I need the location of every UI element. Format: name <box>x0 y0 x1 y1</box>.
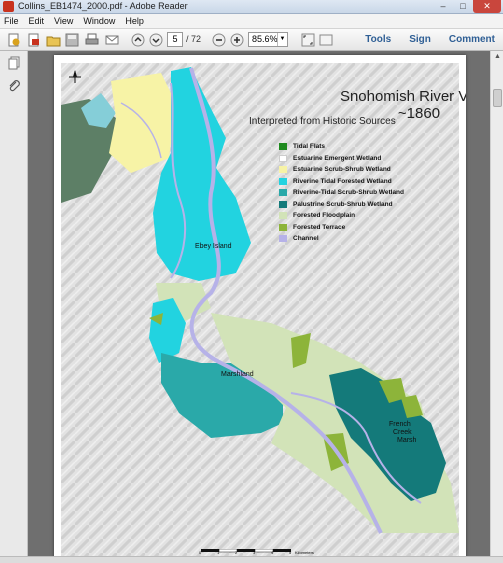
toolbar: 5 / 72 85.6% ▼ Tools Sign Comment <box>0 29 503 51</box>
page-up-icon[interactable] <box>130 32 146 48</box>
legend-swatch <box>279 143 287 151</box>
scale-tick: 0 <box>199 550 202 555</box>
scale-tick: 4 <box>271 550 274 555</box>
legend-label: Palustrine Scrub-Shrub Wetland <box>293 200 393 208</box>
toolbar-links: Tools Sign Comment <box>347 34 495 45</box>
legend-swatch <box>279 154 287 162</box>
email-icon[interactable] <box>104 32 120 48</box>
navigation-pane <box>0 51 28 556</box>
close-button[interactable]: ✕ <box>473 0 501 13</box>
french-creek-label-1: French <box>389 421 411 428</box>
scroll-up-icon[interactable]: ▲ <box>491 51 503 63</box>
wetland-map: Snohomish River Valley ~1860 Interpreted… <box>61 63 466 556</box>
window-title: Collins_EB1474_2000.pdf - Adobe Reader <box>18 1 188 11</box>
window-controls: – □ ✕ <box>433 0 501 14</box>
marshland-label: Marshland <box>221 371 254 378</box>
adobe-reader-icon <box>3 1 14 12</box>
legend-swatch <box>279 223 287 231</box>
sign-link[interactable]: Sign <box>409 34 431 45</box>
page-number-input[interactable]: 5 <box>167 32 183 47</box>
legend-item: Forested Floodplain <box>279 210 404 222</box>
zoom-value: 85.6% <box>252 34 278 44</box>
legend-item: Riverine-Tidal Scrub-Shrub Wetland <box>279 187 404 199</box>
legend-label: Estuarine Scrub-Shrub Wetland <box>293 166 391 174</box>
chevron-down-icon[interactable]: ▼ <box>277 33 287 46</box>
map-graphic <box>61 63 459 556</box>
scale-bar: 0 1 2 3 4 5 Kilometers <box>199 548 314 556</box>
legend-label: Riverine-Tidal Scrub-Shrub Wetland <box>293 189 404 197</box>
legend-label: Forested Terrace <box>293 223 346 231</box>
legend-item: Tidal Flats <box>279 141 404 153</box>
legend-item: Riverine Tidal Forested Wetland <box>279 176 404 188</box>
tools-link[interactable]: Tools <box>365 34 391 45</box>
legend-swatch <box>279 235 287 243</box>
zoom-select[interactable]: 85.6% ▼ <box>248 32 288 47</box>
scroll-thumb[interactable] <box>493 89 502 107</box>
legend-swatch <box>279 200 287 208</box>
legend-label: Riverine Tidal Forested Wetland <box>293 177 392 185</box>
page-down-icon[interactable] <box>148 32 164 48</box>
save-icon[interactable] <box>64 32 80 48</box>
read-mode-icon[interactable] <box>318 32 334 48</box>
scale-tick: 3 <box>253 550 256 555</box>
scale-tick: 1 <box>217 550 220 555</box>
legend-item: Channel <box>279 233 404 245</box>
minimize-button[interactable]: – <box>433 0 453 13</box>
menu-edit[interactable]: Edit <box>29 16 45 26</box>
menu-window[interactable]: Window <box>83 16 115 26</box>
pdf-page: Snohomish River Valley ~1860 Interpreted… <box>54 55 466 556</box>
map-subtitle: Interpreted from Historic Sources <box>249 116 396 127</box>
open-icon[interactable] <box>46 32 62 48</box>
legend-item: Estuarine Emergent Wetland <box>279 153 404 165</box>
legend-swatch <box>279 166 287 174</box>
zoom-out-icon[interactable] <box>211 32 227 48</box>
maximize-button[interactable]: □ <box>453 0 473 13</box>
menu-help[interactable]: Help <box>125 16 144 26</box>
legend-item: Estuarine Scrub-Shrub Wetland <box>279 164 404 176</box>
french-creek-label-2: Creek <box>393 429 412 436</box>
legend-label: Channel <box>293 235 319 243</box>
legend-item: Palustrine Scrub-Shrub Wetland <box>279 199 404 211</box>
scale-unit: Kilometers <box>295 550 314 555</box>
legend-label: Forested Floodplain <box>293 212 356 220</box>
french-creek-label-3: Marsh <box>397 437 417 444</box>
vertical-scrollbar[interactable]: ▲ <box>490 51 503 556</box>
scale-tick: 5 <box>289 550 292 555</box>
attachments-icon[interactable] <box>7 79 21 93</box>
legend-swatch <box>279 177 287 185</box>
edit-pdf-icon[interactable] <box>26 32 42 48</box>
menu-view[interactable]: View <box>54 16 73 26</box>
zoom-in-icon[interactable] <box>229 32 245 48</box>
status-bar <box>0 556 503 563</box>
fit-page-icon[interactable] <box>300 32 316 48</box>
page-count: / 72 <box>186 34 202 44</box>
ebey-island-label: Ebey Island <box>195 243 232 250</box>
menu-bar: File Edit View Window Help <box>0 14 503 29</box>
menu-file[interactable]: File <box>4 16 19 26</box>
legend-label: Estuarine Emergent Wetland <box>293 154 382 162</box>
comment-link[interactable]: Comment <box>449 34 495 45</box>
map-title-line1: Snohomish River Valley <box>339 88 466 105</box>
scale-tick: 2 <box>235 550 238 555</box>
map-legend: Tidal Flats Estuarine Emergent Wetland E… <box>279 141 404 245</box>
print-icon[interactable] <box>84 32 100 48</box>
create-pdf-icon[interactable] <box>6 32 22 48</box>
pages-icon[interactable] <box>7 56 21 70</box>
legend-swatch <box>279 189 287 197</box>
legend-item: Forested Terrace <box>279 222 404 234</box>
legend-swatch <box>279 212 287 220</box>
legend-label: Tidal Flats <box>293 143 326 151</box>
document-view[interactable]: Snohomish River Valley ~1860 Interpreted… <box>28 51 490 556</box>
title-bar: Collins_EB1474_2000.pdf - Adobe Reader –… <box>0 0 503 14</box>
